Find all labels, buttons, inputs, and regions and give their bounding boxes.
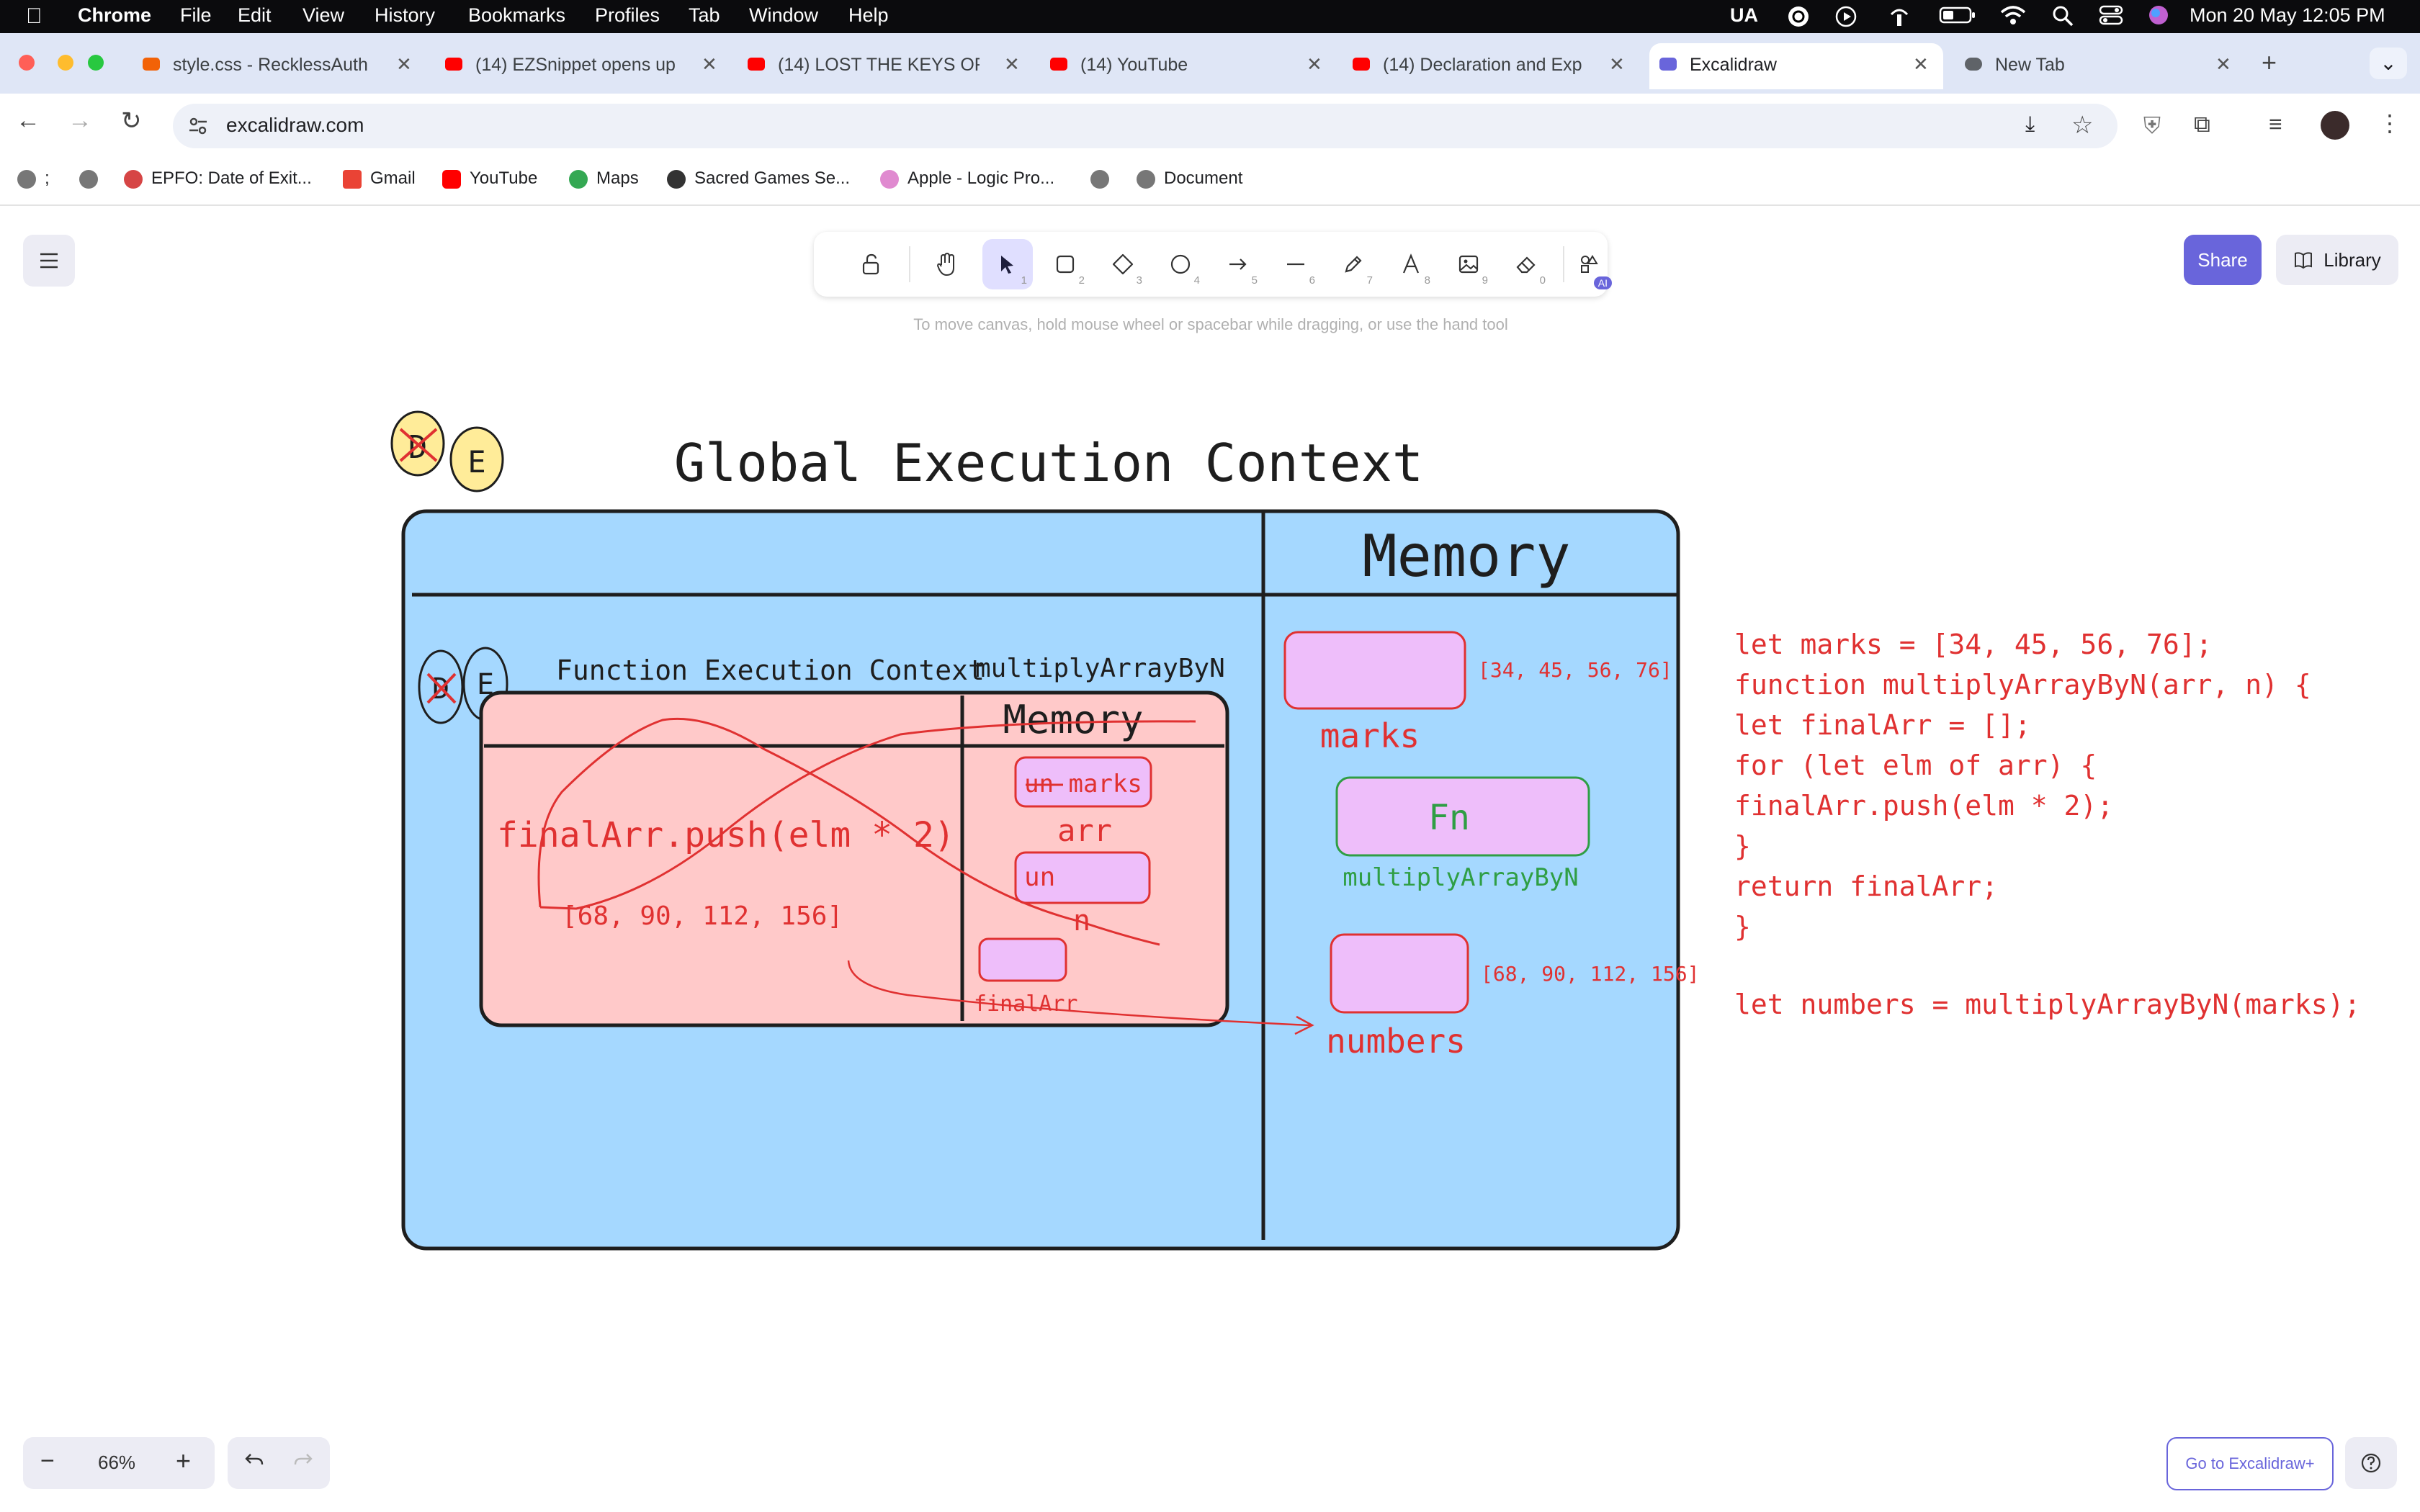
fec-finalarr-box[interactable] (978, 937, 1067, 982)
code-line: let finalArr = []; (1734, 709, 2031, 741)
code-line: return finalArr; (1734, 870, 1998, 902)
fec-memory-title: Memory (1003, 697, 1143, 742)
fec-result-array: [68, 90, 112, 156] (562, 901, 843, 931)
memory-title: Memory (1363, 523, 1571, 590)
history-controls (228, 1437, 330, 1489)
help-icon (2361, 1453, 2381, 1473)
undo-icon (245, 1454, 264, 1465)
fn-label: Fn (1428, 798, 1470, 838)
undo-button[interactable] (243, 1449, 265, 1474)
code-line: let numbers = multiplyArrayByN(marks); (1734, 989, 2360, 1020)
fec-arr-label: arr (1057, 813, 1112, 848)
code-line: let marks = [34, 45, 56, 76]; (1734, 629, 2212, 660)
drawing-canvas[interactable]: D E Global Execution Context Memory D E … (0, 0, 2420, 1512)
fec-title: Function Execution Context (556, 654, 985, 686)
fn-name-label: multiplyArrayByN (1343, 863, 1579, 892)
zoom-in-button[interactable]: + (176, 1446, 191, 1476)
code-line: for (let elm of arr) { (1734, 750, 2097, 781)
zoom-controls: − 66% + (23, 1437, 215, 1489)
numbers-value: [68, 90, 112, 156] (1481, 962, 1699, 986)
go-to-excalidraw-plus-button[interactable]: Go to Excalidraw+ (2166, 1437, 2334, 1490)
zoom-out-button[interactable]: − (40, 1447, 55, 1475)
numbers-memory-box[interactable] (1330, 933, 1469, 1014)
zoom-level[interactable]: 66% (98, 1452, 135, 1474)
gec-title: Global Execution Context (674, 433, 1423, 493)
code-line: } (1734, 911, 1751, 942)
marks-memory-box[interactable] (1283, 631, 1466, 710)
marks-value: [34, 45, 56, 76] (1478, 658, 1672, 682)
code-line: finalArr.push(elm * 2); (1734, 790, 2113, 822)
numbers-label: numbers (1326, 1022, 1466, 1061)
code-line: } (1734, 830, 1751, 862)
redo-icon (294, 1454, 313, 1465)
redo-button[interactable] (292, 1449, 314, 1474)
help-button[interactable] (2345, 1437, 2397, 1489)
fec-n-value: un (1024, 863, 1055, 892)
marks-label: marks (1320, 716, 1420, 755)
code-line: function multiplyArrayByN(arr, n) { (1734, 669, 2311, 701)
fec-function-name: multiplyArrayByN (975, 654, 1225, 683)
circle-label-e: E (467, 444, 485, 480)
code-listing[interactable]: let marks = [34, 45, 56, 76]; function m… (1734, 629, 2360, 1020)
